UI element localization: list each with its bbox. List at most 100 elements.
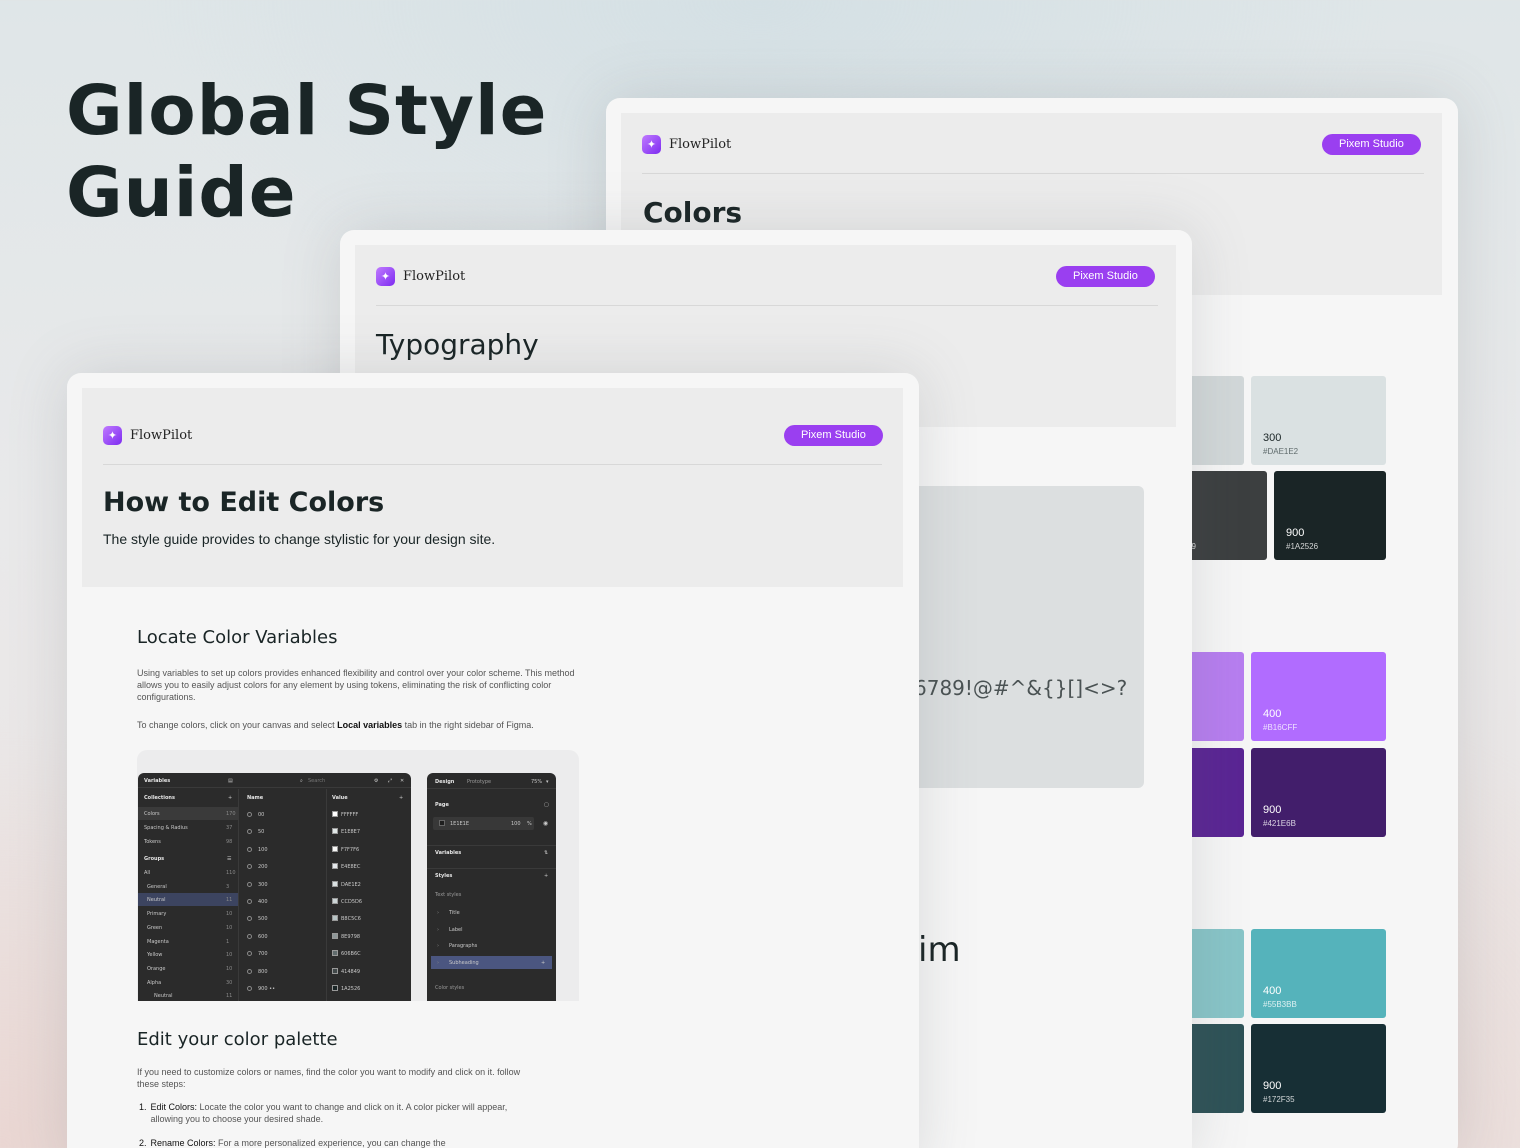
swatch-hex: #172F35 xyxy=(1263,1095,1295,1104)
expand-icon[interactable]: ⤢ xyxy=(388,778,392,784)
color-swatch[interactable]: 900 #172F35 xyxy=(1251,1024,1386,1113)
eye-icon[interactable]: ◉ xyxy=(543,820,548,827)
text-style-item[interactable]: › Subheading + xyxy=(431,956,552,970)
variable-value[interactable]: DAE1E2 xyxy=(341,882,361,888)
close-icon[interactable]: ✕ xyxy=(400,778,404,784)
tab-prototype[interactable]: Prototype xyxy=(467,779,491,785)
value-color-chip[interactable] xyxy=(332,985,338,991)
collection-item[interactable]: Tokens 98 xyxy=(138,835,238,848)
variable-value[interactable]: B8C5C6 xyxy=(341,916,361,922)
search-input[interactable]: Search xyxy=(308,778,325,784)
group-item[interactable]: Magenta 1 xyxy=(138,935,238,948)
group-name: Primary xyxy=(147,911,167,918)
variable-row[interactable]: 50 E1E8E7 xyxy=(239,825,411,838)
zoom-level[interactable]: 75% xyxy=(531,779,542,785)
group-item[interactable]: Yellow 10 xyxy=(138,948,238,961)
add-style-icon[interactable]: + xyxy=(544,873,548,879)
page-opacity-value[interactable]: 100 xyxy=(511,821,521,827)
groups-icon[interactable]: ☰ xyxy=(227,856,231,862)
value-color-chip[interactable] xyxy=(332,967,338,974)
value-color-chip[interactable] xyxy=(332,932,338,939)
variable-value[interactable]: 606B6C xyxy=(341,951,361,957)
text-style-name: Subheading xyxy=(449,960,479,967)
group-item[interactable]: Neutral 11 xyxy=(138,893,238,907)
variable-value[interactable]: FFFFFF xyxy=(341,812,358,818)
chevron-down-icon[interactable]: ▾ xyxy=(546,779,549,785)
value-color-chip[interactable] xyxy=(332,811,338,817)
text-style-item[interactable]: › Label xyxy=(427,923,556,936)
page-icon[interactable]: ▢ xyxy=(544,802,549,808)
swatch-hex: #DAE1E2 xyxy=(1263,447,1299,456)
settings-icon[interactable]: ⚙ xyxy=(374,778,378,784)
group-item[interactable]: Primary 10 xyxy=(138,907,238,920)
collection-count: 170 xyxy=(226,811,236,817)
color-variable-icon xyxy=(247,951,252,957)
group-item[interactable]: Alpha 30 xyxy=(138,976,238,989)
colors-title: Colors xyxy=(643,196,743,229)
variable-value[interactable]: 414849 xyxy=(341,969,360,975)
color-swatch[interactable]: 300 #DAE1E2 xyxy=(1251,376,1386,465)
variable-row[interactable]: 00 FFFFFF xyxy=(239,808,411,821)
variable-row[interactable]: 300 DAE1E2 xyxy=(239,878,411,891)
studio-badge[interactable]: Pixem Studio xyxy=(1056,266,1155,287)
value-color-chip[interactable] xyxy=(332,845,338,852)
collection-item[interactable]: Colors 170 xyxy=(138,807,238,820)
collection-item[interactable]: Spacing & Radius 37 xyxy=(138,821,238,834)
text-style-item[interactable]: › Title xyxy=(427,906,556,919)
variable-row[interactable]: 200 E4E8EC xyxy=(239,860,411,873)
variable-row[interactable]: 600 8E9798 xyxy=(239,930,411,943)
add-collection-icon[interactable]: + xyxy=(228,795,232,801)
variable-row[interactable]: 500 B8C5C6 xyxy=(239,912,411,925)
panel-icon[interactable]: ▤ xyxy=(228,778,233,784)
value-color-chip[interactable] xyxy=(332,828,338,835)
add-icon[interactable]: + xyxy=(541,960,545,966)
page-color-field[interactable]: 1E1E1E 100 % xyxy=(433,817,534,830)
group-item[interactable]: General 3 xyxy=(138,880,238,893)
group-count: 30 xyxy=(226,979,233,986)
value-color-chip[interactable] xyxy=(332,950,338,957)
search-icon[interactable]: ⌕ xyxy=(300,778,303,784)
variable-row[interactable]: 100 F7F7F6 xyxy=(239,843,411,856)
group-count: 10 xyxy=(226,965,233,972)
page-color-swatch[interactable] xyxy=(439,820,445,826)
variable-value[interactable]: CCD5D6 xyxy=(341,899,362,905)
group-item[interactable]: Neutral 11 xyxy=(138,989,238,1001)
variables-settings-icon[interactable]: ⇅ xyxy=(544,850,548,856)
group-count: 10 xyxy=(226,924,233,931)
color-swatch[interactable]: 400 #B16CFF xyxy=(1251,652,1386,741)
color-swatch[interactable]: 900 #1A2526 xyxy=(1274,471,1386,560)
variable-name: 50 xyxy=(258,829,265,836)
variable-value[interactable]: 8E9798 xyxy=(341,934,360,940)
variable-value[interactable]: E1E8E7 xyxy=(341,829,360,835)
color-swatch[interactable]: 400 #55B3BB xyxy=(1251,929,1386,1018)
group-count: 3 xyxy=(226,883,230,890)
tab-design[interactable]: Design xyxy=(435,779,454,785)
variable-value[interactable]: 1A2526 xyxy=(341,986,360,992)
group-item[interactable]: Orange 10 xyxy=(138,962,238,975)
text-style-item[interactable]: › Paragraphs xyxy=(427,939,556,952)
collection-count: 37 xyxy=(226,825,233,831)
step-item: 2. Rename Colors: For a more personalized… xyxy=(139,1137,519,1148)
section-heading-edit: Edit your color palette xyxy=(137,1029,338,1050)
value-color-chip[interactable] xyxy=(332,915,338,922)
value-color-chip[interactable] xyxy=(332,880,338,887)
group-item[interactable]: Green 10 xyxy=(138,921,238,934)
variable-row[interactable]: 700 606B6C xyxy=(239,947,411,960)
variable-row[interactable]: 400 CCD5D6 xyxy=(239,895,411,908)
studio-badge[interactable]: Pixem Studio xyxy=(1322,134,1421,155)
variable-value[interactable]: E4E8EC xyxy=(341,864,360,870)
value-color-chip[interactable] xyxy=(332,863,338,870)
color-variable-icon xyxy=(247,864,252,870)
studio-badge[interactable]: Pixem Studio xyxy=(784,425,883,446)
group-item[interactable]: All 110 xyxy=(138,866,238,879)
group-name: Magenta xyxy=(147,938,169,945)
color-swatch[interactable]: 900 #421E6B xyxy=(1251,748,1386,837)
variable-row[interactable]: 800 414849 xyxy=(239,965,411,978)
value-color-chip[interactable] xyxy=(332,898,338,904)
variable-name: 800 xyxy=(258,968,268,975)
type-sample-text: im xyxy=(918,930,961,970)
add-variable-icon[interactable]: + xyxy=(399,795,403,801)
page-color-value[interactable]: 1E1E1E xyxy=(450,821,469,827)
variable-value[interactable]: F7F7F6 xyxy=(341,847,359,853)
variable-row[interactable]: 900 •• 1A2526 xyxy=(239,982,411,995)
